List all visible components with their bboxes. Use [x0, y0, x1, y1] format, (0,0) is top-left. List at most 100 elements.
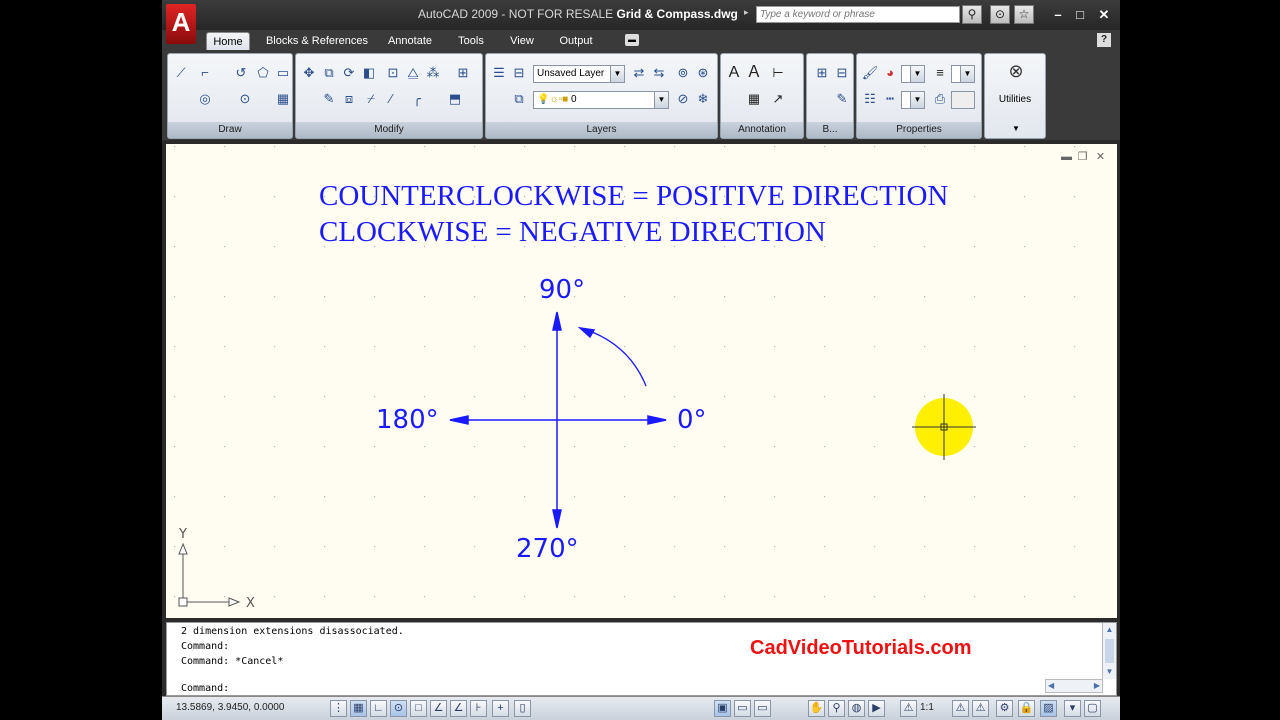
join-icon[interactable]: ⬒: [446, 90, 464, 108]
layer-previous-icon[interactable]: ⇆: [650, 64, 668, 82]
command-hscrollbar[interactable]: ◀ ▶: [1045, 679, 1103, 693]
clean-screen-icon[interactable]: ▢: [1084, 700, 1101, 717]
minimize-button[interactable]: –: [1048, 6, 1068, 24]
steeringwheel-icon[interactable]: ◍: [848, 700, 865, 717]
layer-combo-dropdown-icon[interactable]: ▼: [610, 66, 624, 82]
linetype-combo[interactable]: ▼: [901, 91, 925, 109]
ortho-mode-icon[interactable]: ∟: [370, 700, 387, 717]
search-input[interactable]: [756, 6, 960, 23]
arc-icon[interactable]: ↺: [232, 64, 250, 82]
title-arrow-icon[interactable]: ▸: [744, 7, 749, 18]
tab-blocks-references[interactable]: Blocks & References: [262, 32, 372, 50]
tab-annotate[interactable]: Annotate: [382, 32, 438, 50]
lineweight-icon[interactable]: ≡: [931, 64, 949, 82]
array-icon[interactable]: ⁂: [424, 64, 442, 82]
polar-tracking-icon[interactable]: ⊙: [390, 700, 407, 717]
utilities-label[interactable]: Utilities: [985, 94, 1045, 105]
hatch-icon[interactable]: ▦: [274, 90, 292, 108]
stretch-icon[interactable]: ◧: [360, 64, 378, 82]
table-icon[interactable]: ▦: [745, 90, 763, 108]
edit-block-icon[interactable]: ✎: [833, 90, 851, 108]
line-icon[interactable]: ⟋: [172, 64, 190, 82]
layer-unisolate-icon[interactable]: ⊛: [694, 64, 712, 82]
modify-panel-title[interactable]: Modify: [296, 122, 482, 138]
list-icon[interactable]: ☷: [861, 90, 879, 108]
scroll-up-icon[interactable]: ▲: [1103, 623, 1116, 637]
move-icon[interactable]: ✥: [300, 64, 318, 82]
linetype-icon[interactable]: ┅: [881, 90, 899, 108]
application-menu-button[interactable]: A: [166, 4, 196, 44]
favorites-star-icon[interactable]: ☆: [1014, 5, 1034, 24]
color-icon[interactable]: ◕: [881, 64, 899, 82]
leader-icon[interactable]: ↗: [769, 90, 787, 108]
lineweight-toggle-icon[interactable]: +: [492, 700, 509, 717]
lock-icon[interactable]: 🔒: [1018, 700, 1035, 717]
erase-icon[interactable]: ✎: [320, 90, 338, 108]
current-layer-combo[interactable]: 💡☼▫■ 0 ▼: [533, 91, 669, 109]
single-text-icon[interactable]: Ａ: [745, 64, 763, 82]
snap-mode-icon[interactable]: ⋮: [330, 700, 347, 717]
copy-icon[interactable]: ⧉: [320, 64, 338, 82]
circle-icon[interactable]: ◎: [196, 90, 214, 108]
ellipse-icon[interactable]: ⊙: [236, 90, 254, 108]
viewport-close-icon[interactable]: ✕: [1095, 152, 1106, 163]
trim-icon[interactable]: ⌿: [362, 90, 380, 108]
plot-style-icon[interactable]: ⎙: [931, 90, 949, 108]
annotation-visibility-icon[interactable]: ⚠: [952, 700, 969, 717]
layout-icon[interactable]: ▭: [734, 700, 751, 717]
multiline-text-icon[interactable]: A: [725, 64, 743, 82]
statusbar-menu-icon[interactable]: ▾: [1064, 700, 1081, 717]
utilities-expand-icon[interactable]: ▼: [1012, 124, 1020, 133]
annotation-panel-title[interactable]: Annotation: [721, 122, 803, 138]
layout2-icon[interactable]: ▭: [754, 700, 771, 717]
search-icon[interactable]: ⚲: [962, 5, 982, 24]
polygon-icon[interactable]: ⬠: [254, 64, 272, 82]
close-button[interactable]: ✕: [1094, 6, 1114, 24]
layer-properties-icon[interactable]: ☰: [490, 64, 508, 82]
insert-block-icon[interactable]: ⊞: [813, 64, 831, 82]
extend-icon[interactable]: ⁄: [382, 90, 400, 108]
dimension-icon[interactable]: ⊢: [769, 64, 787, 82]
layer-off-icon[interactable]: ⊘: [674, 90, 692, 108]
dynamic-ucs-icon[interactable]: ∠: [450, 700, 467, 717]
rectangle-icon[interactable]: ▭: [274, 64, 292, 82]
match-properties-icon[interactable]: 🖌: [861, 64, 879, 82]
autoscale-icon[interactable]: ⚠: [972, 700, 989, 717]
draw-panel-title[interactable]: Draw: [168, 122, 292, 138]
coordinate-readout[interactable]: 13.5869, 3.9450, 0.0000: [176, 702, 284, 713]
layer-state-icon[interactable]: ⊟: [510, 64, 528, 82]
zoom-icon[interactable]: ⚲: [828, 700, 845, 717]
viewport-minimize-icon[interactable]: ▬: [1061, 152, 1072, 163]
showmotion-icon[interactable]: ▶: [868, 700, 885, 717]
offset-icon[interactable]: ⧈: [340, 90, 358, 108]
layers-panel-title[interactable]: Layers: [486, 122, 717, 138]
block-panel-title[interactable]: B...: [807, 122, 853, 138]
linetype-dropdown-icon[interactable]: ▼: [910, 92, 924, 108]
command-prompt[interactable]: Command:: [181, 683, 229, 694]
command-scrollbar[interactable]: ▲ ▼: [1102, 623, 1116, 679]
explode-icon[interactable]: ⊞: [454, 64, 472, 82]
create-block-icon[interactable]: ⊟: [833, 64, 851, 82]
command-window[interactable]: 2 dimension extensions disassociated. Co…: [166, 622, 1117, 696]
model-space-icon[interactable]: ▣: [714, 700, 731, 717]
tab-output[interactable]: Output: [552, 32, 600, 50]
model-space-canvas[interactable]: COUNTERCLOCKWISE = POSITIVE DIRECTION CL…: [166, 144, 1117, 618]
object-snap-icon[interactable]: □: [410, 700, 427, 717]
tab-tools[interactable]: Tools: [450, 32, 492, 50]
annotation-scale-value[interactable]: 1:1: [920, 702, 934, 713]
color-dropdown-icon[interactable]: ▼: [910, 66, 924, 82]
lineweight-combo[interactable]: ▼: [951, 65, 975, 83]
workspace-icon[interactable]: ⚙: [996, 700, 1013, 717]
properties-panel-title[interactable]: Properties: [857, 122, 981, 138]
plot-style-combo[interactable]: [951, 91, 975, 109]
scroll-down-icon[interactable]: ▼: [1103, 665, 1116, 679]
rotate-icon[interactable]: ⟳: [340, 64, 358, 82]
viewport-restore-icon[interactable]: ❐: [1077, 152, 1088, 163]
pan-icon[interactable]: ✋: [808, 700, 825, 717]
layer-isolate-icon[interactable]: ⊚: [674, 64, 692, 82]
scale-icon[interactable]: ⊡: [384, 64, 402, 82]
ribbon-options-icon[interactable]: ▬: [625, 34, 639, 46]
communication-center-icon[interactable]: ⊙: [990, 5, 1010, 24]
tab-view[interactable]: View: [504, 32, 540, 50]
layer-walk-icon[interactable]: ⧉: [510, 90, 528, 108]
